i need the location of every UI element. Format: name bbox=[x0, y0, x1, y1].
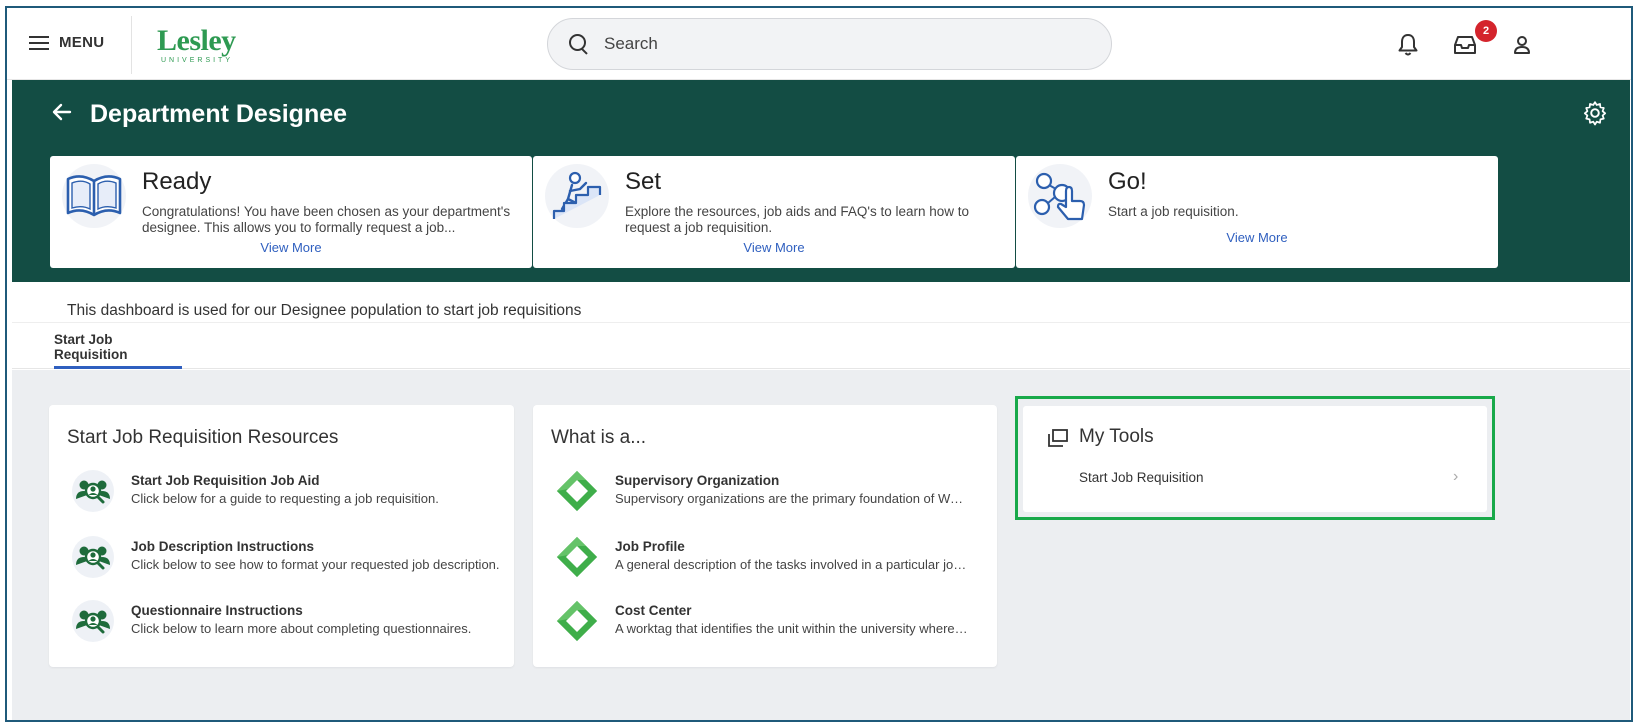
active-tab-indicator bbox=[54, 366, 182, 369]
back-arrow-icon[interactable] bbox=[50, 100, 74, 124]
go-card: Go! Start a job requisition. View More bbox=[1016, 156, 1498, 268]
resource-item-description: Click below to learn more about completi… bbox=[131, 621, 472, 636]
go-view-more-link[interactable]: View More bbox=[1016, 230, 1498, 245]
inbox-icon bbox=[1454, 36, 1476, 54]
resources-panel: Start Job Requisition Resources Start Jo… bbox=[49, 405, 514, 667]
search-input[interactable] bbox=[604, 34, 1084, 54]
menu-button[interactable]: MENU bbox=[29, 34, 104, 51]
book-icon bbox=[62, 164, 126, 228]
search-icon bbox=[568, 33, 590, 55]
definition-item[interactable]: Job Profile A general description of the… bbox=[533, 535, 997, 593]
definition-item-description: A general description of the tasks invol… bbox=[615, 557, 970, 572]
people-search-icon bbox=[71, 599, 115, 643]
set-view-more-link[interactable]: View More bbox=[533, 240, 1015, 255]
dashboard-header: Department Designee Ready Congratulation… bbox=[12, 80, 1630, 282]
search-bar[interactable] bbox=[547, 18, 1112, 70]
logo-text: Lesley bbox=[157, 24, 236, 57]
go-card-title: Go! bbox=[1108, 168, 1147, 195]
people-search-icon bbox=[71, 469, 115, 513]
start-job-requisition-link[interactable]: Start Job Requisition bbox=[1079, 470, 1204, 485]
ready-card-title: Ready bbox=[142, 168, 212, 195]
workday-diamond-icon bbox=[555, 599, 599, 643]
definition-item-title[interactable]: Job Profile bbox=[615, 539, 685, 554]
bell-icon bbox=[1398, 34, 1418, 56]
notification-badge: 2 bbox=[1475, 20, 1497, 42]
chevron-right-icon[interactable]: › bbox=[1453, 468, 1458, 486]
resource-item-title[interactable]: Questionnaire Instructions bbox=[131, 603, 303, 618]
tab-start-job-requisition[interactable]: Start Job Requisition bbox=[54, 323, 182, 370]
resource-item-title[interactable]: Job Description Instructions bbox=[131, 539, 314, 554]
what-is-panel-title: What is a... bbox=[551, 427, 647, 448]
top-bar: MENU Lesley UNIVERSITY 2 bbox=[7, 8, 1631, 80]
ready-card-description: Congratulations! You have been chosen as… bbox=[142, 204, 511, 235]
dashboard-description: This dashboard is used for our Designee … bbox=[67, 302, 582, 319]
gear-icon[interactable] bbox=[1582, 100, 1608, 126]
notifications-button[interactable] bbox=[1395, 32, 1421, 58]
climbing-stairs-icon bbox=[545, 164, 609, 228]
ready-view-more-link[interactable]: View More bbox=[50, 240, 532, 255]
resource-item-description: Click below to see how to format your re… bbox=[131, 557, 500, 572]
definition-item-title[interactable]: Supervisory Organization bbox=[615, 473, 779, 488]
ready-card: Ready Congratulations! You have been cho… bbox=[50, 156, 532, 268]
my-tools-title: My Tools bbox=[1079, 426, 1154, 447]
user-icon bbox=[1514, 36, 1530, 54]
app-frame: MENU Lesley UNIVERSITY 2 Department Desi… bbox=[5, 6, 1633, 722]
definition-item-description: A worktag that identifies the unit withi… bbox=[615, 621, 970, 636]
touch-network-icon bbox=[1028, 164, 1092, 228]
resources-panel-title: Start Job Requisition Resources bbox=[67, 427, 339, 448]
definition-item-description: Supervisory organizations are the primar… bbox=[615, 491, 970, 506]
people-search-icon bbox=[71, 535, 115, 579]
lesley-logo[interactable]: Lesley UNIVERSITY bbox=[157, 24, 236, 65]
inbox-button[interactable] bbox=[1452, 32, 1478, 58]
topbar-divider bbox=[131, 16, 132, 74]
resource-item[interactable]: Questionnaire Instructions Click below t… bbox=[49, 599, 514, 657]
what-is-panel: What is a... Supervisory Organization Su… bbox=[533, 405, 997, 667]
page-title: Department Designee bbox=[90, 100, 348, 128]
my-tools-panel: My Tools Start Job Requisition › bbox=[1023, 406, 1487, 512]
resource-item[interactable]: Start Job Requisition Job Aid Click belo… bbox=[49, 469, 514, 527]
workday-diamond-icon bbox=[555, 469, 599, 513]
go-card-description: Start a job requisition. bbox=[1108, 204, 1239, 219]
definition-item-title[interactable]: Cost Center bbox=[615, 603, 692, 618]
set-card-title: Set bbox=[625, 168, 662, 195]
windows-icon bbox=[1048, 429, 1068, 447]
definition-item[interactable]: Cost Center A worktag that identifies th… bbox=[533, 599, 997, 657]
menu-label: MENU bbox=[59, 34, 105, 51]
tab-bar: Start Job Requisition bbox=[12, 322, 1630, 369]
resource-item-title[interactable]: Start Job Requisition Job Aid bbox=[131, 473, 320, 488]
definition-item[interactable]: Supervisory Organization Supervisory org… bbox=[533, 469, 997, 527]
set-card-description: Explore the resources, job aids and FAQ'… bbox=[625, 204, 970, 235]
workday-diamond-icon bbox=[555, 535, 599, 579]
resource-item[interactable]: Job Description Instructions Click below… bbox=[49, 535, 514, 593]
logo-subtext: UNIVERSITY bbox=[161, 57, 234, 64]
profile-button[interactable] bbox=[1509, 32, 1535, 58]
hamburger-icon bbox=[29, 35, 49, 50]
set-card: Set Explore the resources, job aids and … bbox=[533, 156, 1015, 268]
resource-item-description: Click below for a guide to requesting a … bbox=[131, 491, 439, 506]
